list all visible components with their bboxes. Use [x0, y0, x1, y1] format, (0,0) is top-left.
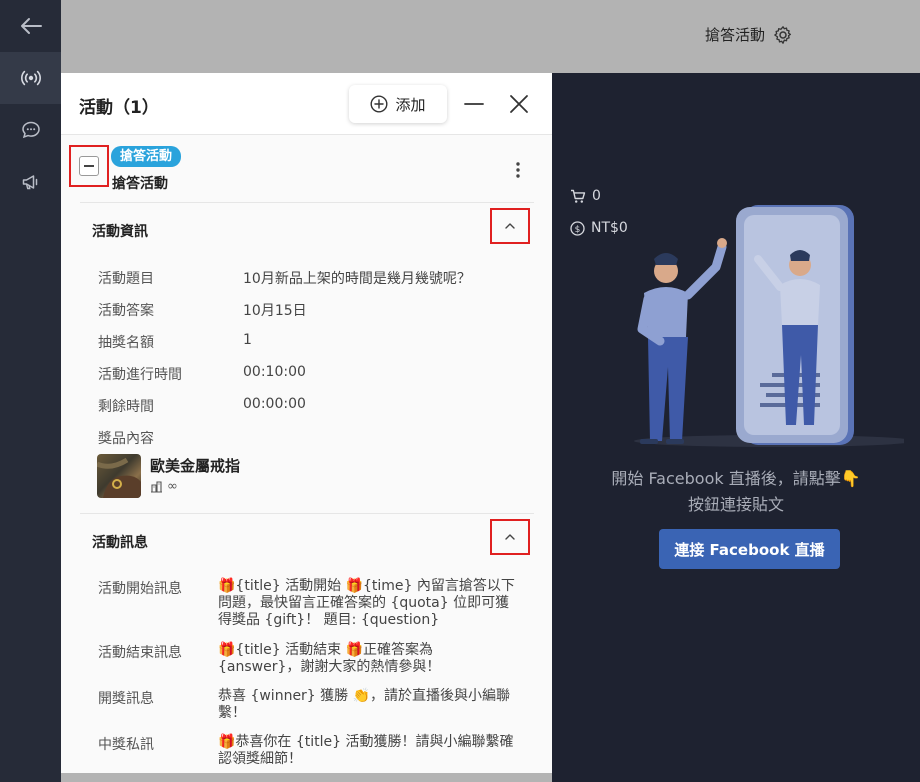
left-rail: [0, 0, 61, 782]
panel-header: 活動（1） 添加: [61, 73, 552, 135]
activity-info-header: 活動資訊: [80, 203, 534, 255]
minimize-button[interactable]: [463, 93, 485, 115]
broadcast-icon: [20, 70, 41, 86]
collapse-messages-button[interactable]: [490, 519, 530, 555]
info-label: 活動題目: [98, 271, 154, 287]
message-value: 恭喜 {winner} 獲勝 👏，請於直播後與小編聯繫！: [218, 688, 511, 721]
nav-chat-button[interactable]: [0, 104, 61, 156]
info-label: 活動進行時間: [98, 367, 182, 383]
panel-content: 搶答活動 搶答活動 活動資訊 活動題目 10月新品上架的時間是幾月幾號呢？ 活動答…: [61, 135, 552, 773]
message-row: 活動開始訊息 🎁{title} 活動開始 🎁{time} 內留言搶答以下問題，最快…: [80, 578, 534, 642]
live-illustration: [634, 205, 904, 447]
minus-square-icon: [79, 156, 99, 176]
connect-facebook-button[interactable]: 連接 Facebook 直播: [659, 529, 840, 569]
message-row: 中獎私訊 🎁恭喜你在 {title} 活動獲勝！請與小編聯繫確認領獎細節！: [80, 734, 534, 773]
message-value: 🎁{title} 活動結束 🎁正確答案為 {answer}，謝謝大家的熱情參與！: [218, 642, 441, 675]
more-options-icon[interactable]: [512, 161, 524, 179]
activity-messages-title: 活動訊息: [92, 535, 148, 551]
message-label: 活動結束訊息: [98, 645, 182, 661]
message-value: 🎁{title} 活動開始 🎁{time} 內留言搶答以下問題，最快留言正確答案…: [218, 578, 515, 628]
info-row: 活動進行時間 00:10:00: [80, 357, 534, 389]
activity-name: 搶答活動: [112, 176, 168, 192]
panel-bottom-edge: [61, 773, 552, 782]
info-label: 抽獎名額: [98, 335, 154, 351]
activity-panel: 活動（1） 添加 搶答活動 搶答活動 活動資訊 活動題目 10月新品上架的時間是…: [61, 73, 552, 773]
prize-item: 歐美金屬戒指 ∞: [80, 449, 534, 505]
info-label: 活動答案: [98, 303, 154, 319]
cart-count: 0: [592, 188, 601, 204]
message-row: 開獎訊息 恭喜 {winner} 獲勝 👏，請於直播後與小編聯繫！: [80, 688, 534, 734]
live-hint-line1: 開始 Facebook 直播後，請點擊👇: [611, 469, 861, 488]
collapse-activity-button[interactable]: [69, 145, 109, 187]
activity-type-badge: 搶答活動: [111, 146, 182, 167]
info-row: 抽獎名額 1: [80, 325, 534, 357]
page-title: 搶答活動: [705, 24, 793, 45]
megaphone-icon: [22, 175, 37, 190]
info-value: 00:10:00: [243, 364, 306, 380]
live-hint: 開始 Facebook 直播後，請點擊👇 按鈕連接貼文: [552, 466, 920, 518]
gear-icon[interactable]: [773, 25, 793, 45]
svg-text:$: $: [575, 225, 581, 235]
activity-item-header: 搶答活動 搶答活動: [61, 135, 552, 202]
chevron-up-icon: [505, 534, 515, 540]
arrow-left-icon: [20, 18, 42, 34]
close-button[interactable]: [508, 93, 530, 115]
info-value: 1: [243, 332, 252, 348]
info-row: 活動答案 10月15日: [80, 293, 534, 325]
prize-thumbnail: [97, 454, 141, 498]
nav-campaign-button[interactable]: [0, 156, 61, 208]
prize-stock: ∞: [150, 479, 178, 494]
message-label: 活動開始訊息: [98, 581, 182, 597]
chevron-up-icon: [505, 223, 515, 229]
add-activity-label: 添加: [395, 95, 426, 114]
stock-icon: [151, 481, 162, 493]
cart-icon: [571, 189, 586, 203]
activity-messages-header: 活動訊息: [80, 514, 534, 566]
page-title-text: 搶答活動: [705, 26, 766, 44]
collapse-info-button[interactable]: [490, 208, 530, 244]
prize-label: 獎品內容: [98, 431, 154, 447]
top-bar: 搶答活動: [61, 0, 920, 73]
panel-title: 活動（1）: [79, 98, 159, 118]
activity-info-section: 活動資訊 活動題目 10月新品上架的時間是幾月幾號呢？ 活動答案 10月15日 抽獎…: [80, 202, 534, 513]
info-value: 10月新品上架的時間是幾月幾號呢？: [243, 271, 471, 287]
info-label: 剩餘時間: [98, 399, 154, 415]
chat-icon: [21, 121, 40, 139]
back-button[interactable]: [0, 0, 61, 52]
live-hint-line2: 按鈕連接貼文: [687, 495, 784, 514]
cart-stat: 0: [570, 188, 601, 204]
add-activity-button[interactable]: 添加: [349, 85, 447, 123]
info-row: 活動題目 10月新品上架的時間是幾月幾號呢？: [80, 261, 534, 293]
prize-name: 歐美金屬戒指: [150, 457, 241, 475]
activity-messages-section: 活動訊息 活動開始訊息 🎁{title} 活動開始 🎁{time} 內留言搶答以下…: [80, 513, 534, 773]
dollar-icon: $: [570, 220, 585, 236]
nav-live-button[interactable]: [0, 52, 61, 104]
info-value: 10月15日: [243, 303, 307, 319]
prize-label-row: 獎品內容: [80, 421, 534, 449]
message-label: 開獎訊息: [98, 691, 154, 707]
message-value: 🎁恭喜你在 {title} 活動獲勝！請與小編聯繫確認領獎細節！: [218, 734, 514, 767]
message-row: 活動結束訊息 🎁{title} 活動結束 🎁正確答案為 {answer}，謝謝大家…: [80, 642, 534, 688]
message-label: 中獎私訊: [98, 737, 154, 753]
prize-quantity: ∞: [167, 479, 178, 494]
info-row: 剩餘時間 00:00:00: [80, 389, 534, 421]
info-value: 00:00:00: [243, 396, 306, 412]
plus-circle-icon: [370, 95, 388, 113]
live-panel: 0 $ NT$0 開始 Facebook 直播後，請點擊👇 按鈕連接貼文 連接 …: [552, 73, 920, 782]
activity-info-title: 活動資訊: [92, 224, 148, 240]
